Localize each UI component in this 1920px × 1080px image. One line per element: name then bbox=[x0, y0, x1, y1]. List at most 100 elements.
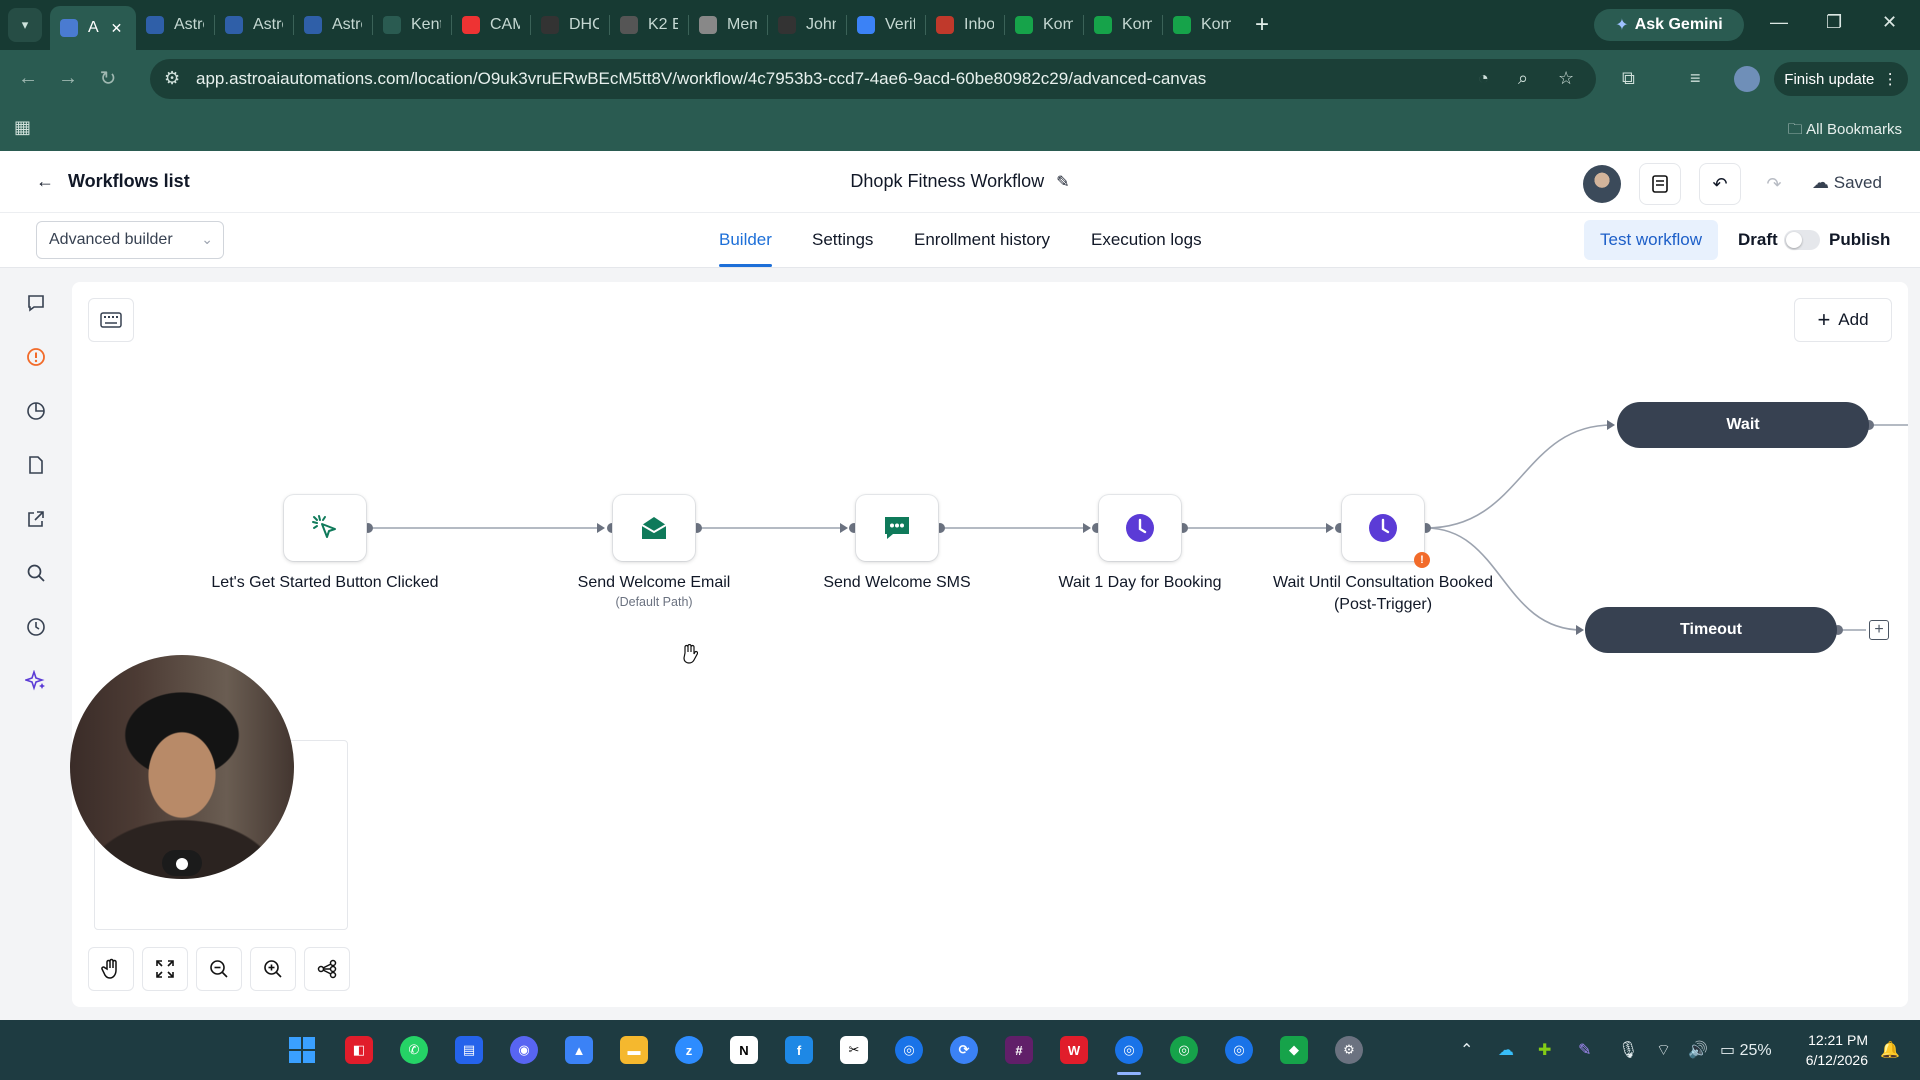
branch-wait[interactable]: Wait bbox=[1617, 402, 1869, 448]
tab-close-icon[interactable]: ✕ bbox=[111, 20, 123, 37]
notion-icon[interactable]: N bbox=[730, 1036, 758, 1064]
media-icon[interactable]: ≡ bbox=[1690, 68, 1701, 89]
address-bar[interactable]: ⚙ app.astroaiautomations.com/location/O9… bbox=[150, 59, 1596, 99]
add-step-icon[interactable]: + bbox=[1869, 620, 1889, 640]
app-red-icon[interactable]: ◧ bbox=[345, 1036, 373, 1064]
browser-tab[interactable]: John bbox=[768, 6, 846, 44]
restore-icon[interactable]: ❐ bbox=[1826, 12, 1842, 33]
chrome-profile-3-icon[interactable]: ◎ bbox=[1225, 1036, 1253, 1064]
chrome-profile-2-icon[interactable]: ◎ bbox=[1170, 1036, 1198, 1064]
user-avatar[interactable] bbox=[1583, 165, 1621, 203]
browser-tab[interactable]: CAM bbox=[452, 6, 530, 44]
zoom-out-icon[interactable] bbox=[196, 947, 242, 991]
wait-until-node[interactable] bbox=[1342, 495, 1424, 561]
browser-tab[interactable]: DHO bbox=[531, 6, 609, 44]
finish-update-button[interactable]: Finish update ⋮ bbox=[1774, 62, 1908, 96]
bookmark-star-icon[interactable]: ☆ bbox=[1558, 68, 1574, 89]
browser-tab[interactable]: K2 Ex bbox=[610, 6, 688, 44]
back-arrow-icon[interactable]: ← bbox=[8, 67, 48, 90]
wps-icon[interactable]: W bbox=[1060, 1036, 1088, 1064]
fit-screen-icon[interactable] bbox=[142, 947, 188, 991]
undo-icon[interactable]: ↶ bbox=[1699, 163, 1741, 205]
zoom-icon[interactable]: ⌕ bbox=[1518, 68, 1528, 89]
tab-builder[interactable]: Builder bbox=[719, 230, 772, 267]
trigger-node[interactable] bbox=[284, 495, 366, 561]
browser-tab[interactable]: Komr bbox=[1163, 6, 1241, 44]
capcut-icon[interactable]: ✂ bbox=[840, 1036, 868, 1064]
app-green-icon[interactable]: ◆ bbox=[1280, 1036, 1308, 1064]
browser-tab[interactable]: Komr bbox=[1005, 6, 1083, 44]
zoom-app-icon[interactable]: z bbox=[675, 1036, 703, 1064]
extensions-icon[interactable]: ⧉ bbox=[1622, 68, 1635, 89]
browser-tab[interactable]: Mem bbox=[689, 6, 767, 44]
reload-icon[interactable]: ↻ bbox=[88, 66, 128, 91]
chrome-icon[interactable]: ◎ bbox=[895, 1036, 923, 1064]
close-window-icon[interactable]: ✕ bbox=[1882, 12, 1897, 33]
settings-gear-icon[interactable]: ⚙ bbox=[1335, 1036, 1363, 1064]
send-sms-node[interactable] bbox=[856, 495, 938, 561]
browser-tab[interactable]: Komr bbox=[1084, 6, 1162, 44]
system-clock[interactable]: 12:21 PM 6/12/2026 bbox=[1806, 1030, 1868, 1070]
pen-icon[interactable]: ✎ bbox=[1578, 1040, 1591, 1060]
browser-tab[interactable]: A ✕ bbox=[50, 6, 136, 50]
battery-status[interactable]: ▭ 25% bbox=[1720, 1040, 1772, 1060]
windows-start-icon[interactable] bbox=[288, 1036, 316, 1064]
alert-icon[interactable] bbox=[22, 343, 50, 371]
redo-icon[interactable]: ↷ bbox=[1753, 163, 1795, 205]
minimize-icon[interactable]: — bbox=[1770, 12, 1788, 33]
onedrive-icon[interactable]: ☁ bbox=[1498, 1040, 1514, 1060]
chrome-profile-1-icon[interactable]: ◎ bbox=[1115, 1036, 1143, 1064]
history-icon[interactable] bbox=[22, 613, 50, 641]
app-f-icon[interactable]: f bbox=[785, 1036, 813, 1064]
ai-sparkle-icon[interactable] bbox=[22, 667, 50, 695]
zoom-in-icon[interactable] bbox=[250, 947, 296, 991]
workflow-canvas[interactable]: + Add Let's Get Started Button Clicked S… bbox=[72, 282, 1908, 1007]
slack-icon[interactable]: # bbox=[1005, 1036, 1033, 1064]
tab-enrollment-history[interactable]: Enrollment history bbox=[914, 230, 1050, 250]
photos-icon[interactable]: ▲ bbox=[565, 1036, 593, 1064]
tab-execution-logs[interactable]: Execution logs bbox=[1091, 230, 1202, 250]
notes-app-icon[interactable]: ▤ bbox=[455, 1036, 483, 1064]
browser-tab[interactable]: Astro bbox=[215, 6, 293, 44]
discord-icon[interactable]: ◉ bbox=[510, 1036, 538, 1064]
tray-app-icon[interactable]: ✚ bbox=[1538, 1040, 1551, 1060]
publish-toggle[interactable] bbox=[1784, 230, 1820, 250]
branch-timeout[interactable]: Timeout bbox=[1585, 607, 1837, 653]
volume-icon[interactable]: 🔊 bbox=[1688, 1040, 1708, 1060]
ask-gemini-button[interactable]: ✦ Ask Gemini bbox=[1594, 9, 1744, 41]
notes-icon[interactable] bbox=[1639, 163, 1681, 205]
comment-icon[interactable] bbox=[22, 289, 50, 317]
tray-chevron-up-icon[interactable]: ⌃ bbox=[1460, 1040, 1473, 1060]
site-info-icon[interactable]: ⚙ bbox=[164, 68, 180, 89]
new-tab-button[interactable]: + bbox=[1255, 11, 1269, 39]
browser-tab[interactable]: Inbox bbox=[926, 6, 1004, 44]
document-icon[interactable] bbox=[22, 451, 50, 479]
whatsapp-icon[interactable]: ✆ bbox=[400, 1036, 428, 1064]
profile-avatar-icon[interactable] bbox=[1734, 66, 1760, 92]
warning-badge-icon[interactable]: ! bbox=[1414, 552, 1430, 568]
analytics-icon[interactable] bbox=[22, 397, 50, 425]
microphone-icon[interactable]: 🎙 bbox=[1618, 1040, 1638, 1060]
browser-tab[interactable]: Astro bbox=[136, 6, 214, 44]
performance-icon[interactable]: ◔ bbox=[1478, 68, 1489, 89]
browser-tab[interactable]: Verify bbox=[847, 6, 925, 44]
sync-app-icon[interactable]: ⟳ bbox=[950, 1036, 978, 1064]
apps-grid-icon[interactable]: ▦ bbox=[14, 117, 31, 138]
tab-search-icon[interactable]: ▾ bbox=[8, 8, 42, 42]
builder-mode-select[interactable]: Advanced builder ⌄ bbox=[36, 221, 224, 259]
forward-arrow-icon[interactable]: → bbox=[48, 67, 88, 90]
test-workflow-button[interactable]: Test workflow bbox=[1584, 220, 1718, 260]
pan-hand-icon[interactable] bbox=[88, 947, 134, 991]
all-bookmarks[interactable]: 🗀 All Bookmarks bbox=[1788, 119, 1902, 144]
browser-tab[interactable]: Kent bbox=[373, 6, 451, 44]
browser-tab[interactable]: Astro bbox=[294, 6, 372, 44]
tab-settings[interactable]: Settings bbox=[812, 230, 873, 250]
send-email-node[interactable] bbox=[613, 495, 695, 561]
wifi-icon[interactable]: ⌔ bbox=[1656, 1040, 1671, 1060]
wait-node[interactable] bbox=[1099, 495, 1181, 561]
auto-layout-icon[interactable] bbox=[304, 947, 350, 991]
edit-pencil-icon[interactable]: ✎ bbox=[1056, 174, 1069, 191]
search-icon[interactable] bbox=[22, 559, 50, 587]
external-link-icon[interactable] bbox=[22, 505, 50, 533]
file-explorer-icon[interactable]: ▬ bbox=[620, 1036, 648, 1064]
